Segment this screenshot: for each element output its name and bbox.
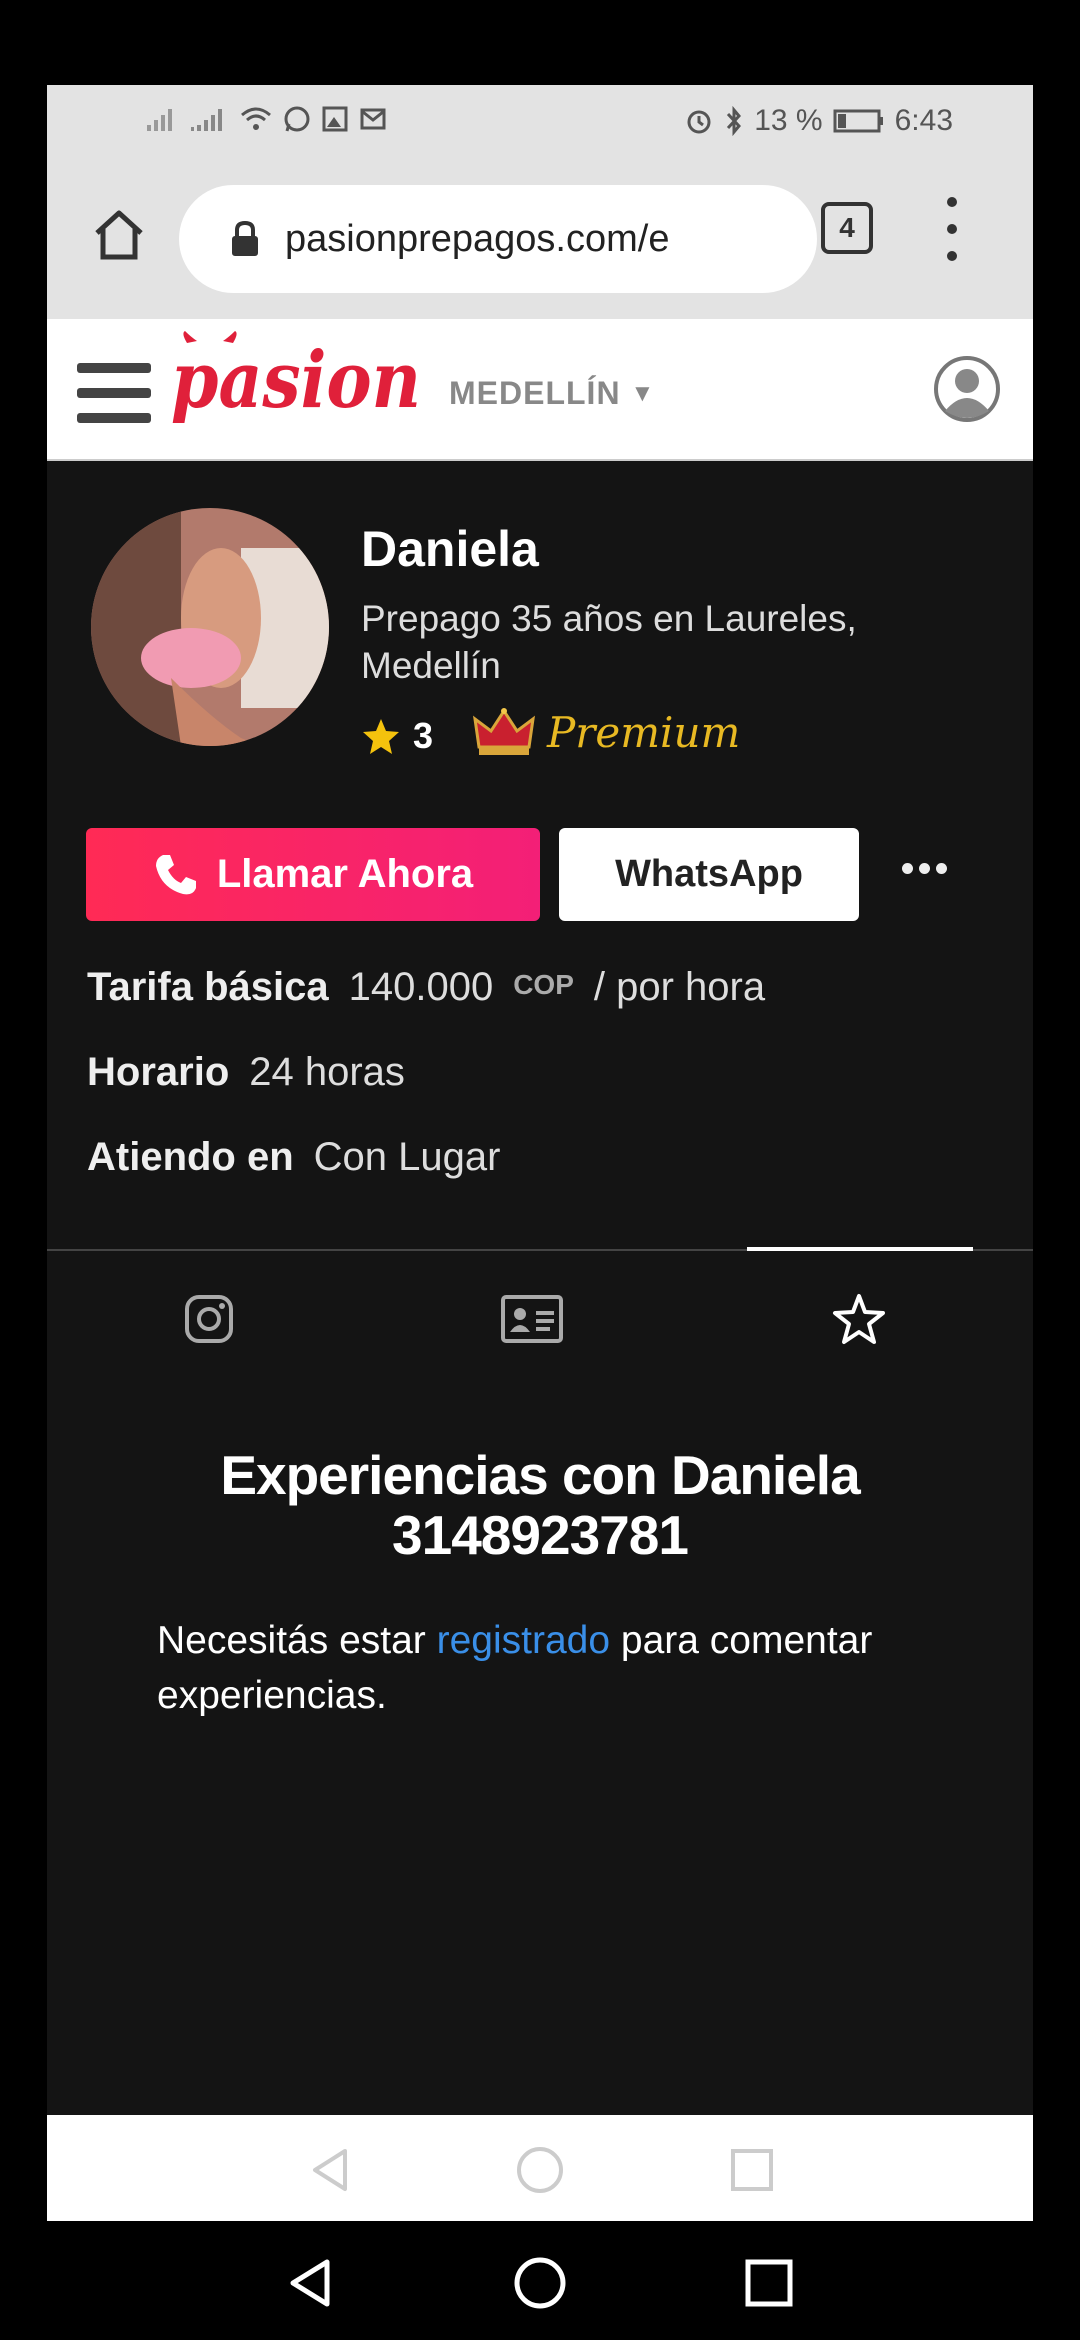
alarm-icon	[687, 110, 711, 134]
active-tab-indicator	[747, 1247, 973, 1251]
experiences-title-line1: Experiencias con Daniela	[220, 1444, 860, 1506]
more-dot	[902, 863, 913, 874]
menu-dot	[947, 224, 957, 234]
status-time: 6:43	[894, 104, 953, 137]
signal-icon-2	[191, 109, 222, 131]
call-now-label: Llamar Ahora	[216, 852, 474, 896]
bluetooth-icon	[727, 106, 742, 136]
star-outline-icon	[833, 1294, 885, 1344]
city-selector[interactable]: MEDELLÍN ▼	[449, 375, 655, 412]
whatsapp-icon	[284, 106, 310, 132]
rating-value: 3	[413, 715, 434, 756]
home-nav-icon[interactable]	[513, 2256, 567, 2310]
rate-value: 140.000	[348, 965, 494, 1009]
inner-navigation-bar	[47, 2115, 1033, 2221]
home-icon	[95, 210, 143, 260]
logo-text: pasion	[171, 335, 421, 426]
rating: 3	[361, 715, 433, 757]
instagram-icon	[185, 1295, 233, 1343]
home-button[interactable]	[79, 195, 159, 275]
menu-line	[77, 413, 151, 423]
system-navigation-bar	[0, 2221, 1080, 2340]
avatar-photo	[91, 508, 329, 746]
rate-key: Tarifa básica	[87, 965, 329, 1009]
experiences-title-line2: 3148923781	[392, 1504, 689, 1566]
recents-nav-icon[interactable]	[742, 2256, 796, 2310]
tab-instagram[interactable]	[181, 1291, 237, 1347]
experiences-message: Necesitás estar registrado para comentar…	[157, 1613, 957, 1723]
place-row: Atiendo en Con Lugar	[87, 1135, 500, 1180]
back-nav-icon[interactable]	[305, 2145, 355, 2195]
call-now-button[interactable]: Llamar Ahora	[86, 828, 540, 921]
more-dot	[936, 863, 947, 874]
back-nav-icon[interactable]	[283, 2256, 337, 2310]
register-link[interactable]: registrado	[437, 1619, 610, 1662]
phone-icon	[155, 854, 196, 894]
rate-currency: COP	[513, 969, 574, 1000]
tab-switcher-button[interactable]: 4	[821, 202, 873, 254]
menu-line	[77, 363, 151, 373]
browser-toolbar: pasionprepagos.com/e 4	[47, 155, 1033, 319]
city-label: MEDELLÍN	[449, 375, 621, 411]
recents-nav-icon[interactable]	[727, 2145, 777, 2195]
site-logo[interactable]: pasion	[171, 329, 431, 449]
home-nav-icon[interactable]	[515, 2145, 565, 2195]
wifi-icon	[241, 107, 271, 130]
site-header: pasion MEDELLÍN ▼	[47, 319, 1033, 461]
signal-icon	[147, 109, 172, 131]
place-value: Con Lugar	[313, 1135, 501, 1179]
lock-icon	[225, 219, 265, 259]
place-key: Atiendo en	[87, 1135, 294, 1179]
url-text: pasionprepagos.com/e	[285, 217, 670, 260]
whatsapp-button[interactable]: WhatsApp	[559, 828, 859, 921]
hours-row: Horario 24 horas	[87, 1050, 405, 1095]
status-icons-left	[145, 105, 387, 133]
rate-row: Tarifa básica 140.000 COP / por hora	[87, 965, 765, 1010]
status-icons-right: 13 % 6:43	[684, 104, 953, 138]
battery-icon	[833, 109, 883, 133]
message-text-before: Necesitás estar	[157, 1619, 437, 1662]
caret-down-icon: ▼	[630, 379, 656, 407]
hamburger-menu-button[interactable]	[77, 363, 151, 423]
profile-avatar[interactable]	[91, 508, 329, 746]
whatsapp-label: WhatsApp	[615, 853, 803, 895]
menu-dot	[947, 197, 957, 207]
phone-screen: 13 % 6:43 pasionprepagos.com/e 4 pasion …	[47, 85, 1033, 2221]
more-options-button[interactable]	[902, 863, 947, 874]
user-account-icon[interactable]	[933, 355, 1001, 423]
star-icon	[363, 719, 399, 754]
mail-icon	[360, 108, 386, 130]
battery-percent: 13 %	[754, 104, 823, 137]
experiences-title: Experiencias con Daniela 3148923781	[47, 1445, 1033, 1565]
tab-profile-details[interactable]	[499, 1291, 565, 1347]
browser-menu-button[interactable]	[942, 197, 962, 261]
profile-subtitle: Prepago 35 años en Laureles, Medellín	[361, 598, 857, 686]
status-bar: 13 % 6:43	[47, 85, 1033, 155]
address-bar[interactable]: pasionprepagos.com/e	[179, 185, 817, 293]
image-icon	[322, 106, 348, 132]
rate-unit: / por hora	[593, 965, 766, 1009]
more-dot	[919, 863, 930, 874]
hours-key: Horario	[87, 1050, 230, 1094]
profile-name: Daniela	[361, 521, 539, 577]
menu-dot	[947, 251, 957, 261]
premium-label: Premium	[547, 707, 741, 757]
hours-value: 24 horas	[249, 1050, 405, 1094]
tab-count: 4	[839, 212, 855, 243]
crown-icon	[473, 708, 535, 755]
premium-badge: Premium	[473, 707, 740, 757]
menu-line	[77, 388, 151, 398]
id-card-icon	[501, 1295, 563, 1343]
tab-experiences[interactable]	[831, 1291, 887, 1347]
